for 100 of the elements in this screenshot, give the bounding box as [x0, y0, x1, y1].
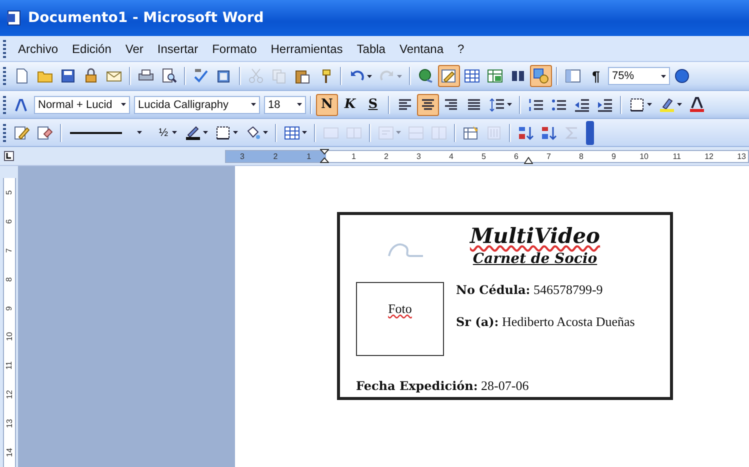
card-field: No Cédula: 546578799-9 — [456, 282, 654, 298]
caret-icon — [251, 103, 256, 106]
toolbar-grip[interactable] — [3, 67, 6, 85]
caret-icon — [137, 131, 142, 134]
scissors-icon — [248, 68, 264, 84]
italic-button[interactable]: K — [339, 94, 361, 116]
menu-item[interactable]: Ventana — [393, 40, 450, 58]
line-weight-field[interactable]: ½ — [147, 124, 181, 142]
caret-icon — [297, 103, 302, 106]
align-left-icon — [397, 96, 413, 112]
ruler-number: 1 — [326, 152, 358, 160]
columns-grid-icon — [431, 124, 447, 140]
caret-icon — [507, 103, 512, 106]
menu-item[interactable]: Herramientas — [264, 40, 349, 58]
menu-item[interactable]: Archivo — [12, 40, 64, 58]
outdent-icon — [574, 96, 590, 112]
table-format-icon — [463, 124, 479, 140]
word-document-icon — [6, 10, 22, 26]
align-center-icon — [420, 96, 436, 112]
ruler-number: 5 — [4, 190, 14, 195]
globe-icon — [418, 68, 434, 84]
ruler-number: 10 — [4, 332, 14, 342]
cell-align-icon — [378, 124, 394, 140]
card-title: MultiVideo — [470, 223, 600, 248]
menu-item[interactable]: ? — [452, 40, 470, 58]
bold-button[interactable]: N — [316, 94, 338, 116]
table-icon — [464, 68, 480, 84]
caret-icon — [203, 131, 208, 134]
save-icon — [60, 68, 76, 84]
toolbar-grip[interactable] — [3, 40, 6, 58]
shapes-icon — [533, 68, 549, 84]
caret-icon — [121, 103, 126, 106]
ruler-number: 11 — [4, 362, 14, 370]
toolbar-grip[interactable] — [3, 124, 6, 142]
caret-icon — [677, 103, 682, 106]
font-size-field[interactable]: 18 — [264, 96, 306, 114]
columns-icon — [510, 68, 526, 84]
document-icon — [14, 68, 30, 84]
spelling-icon — [193, 68, 209, 84]
merge-icon — [323, 124, 339, 140]
caret-icon — [367, 74, 372, 78]
lock-icon — [83, 68, 99, 84]
clipboard-icon — [294, 68, 310, 84]
line-spacing-icon — [489, 96, 505, 112]
toolbar-grip[interactable] — [3, 96, 6, 114]
bucket-icon — [245, 124, 261, 140]
table-icon — [284, 124, 300, 140]
ruler-number: 2 — [273, 152, 278, 160]
pencil-icon — [14, 124, 30, 140]
ruler-number: 1 — [306, 152, 312, 160]
window-title: Documento1 - Microsoft Word — [28, 10, 264, 26]
card-subtitle: Carnet de Socio — [472, 251, 598, 267]
style-field[interactable]: Normal + Lucid — [34, 96, 130, 114]
ruler-number: 9 — [4, 306, 14, 310]
font-field[interactable]: Lucida Calligraphy — [134, 96, 260, 114]
menu-item[interactable]: Edición — [66, 40, 118, 58]
pen-icon — [185, 124, 201, 140]
sort-ascending-icon — [518, 124, 534, 140]
table-pencil-button[interactable] — [438, 65, 460, 87]
menu-item[interactable]: Formato — [206, 40, 263, 58]
issue-date: Fecha Expedición: 28-07-06 — [356, 378, 530, 396]
eraser-icon — [37, 124, 53, 140]
ruler-number: 3 — [240, 152, 244, 160]
menu-item[interactable]: Ver — [119, 40, 150, 58]
sum-icon — [564, 124, 580, 140]
toolbar-options-button[interactable] — [586, 120, 594, 144]
right-indent-marker-icon[interactable] — [524, 156, 532, 164]
card-field: Sr (a): Hediberto Acosta Dueñas — [456, 314, 654, 330]
align-center-button[interactable] — [417, 94, 439, 116]
ruler-number: 14 — [4, 448, 14, 458]
table-pencil-icon — [441, 68, 457, 84]
bullets-icon — [551, 96, 567, 112]
zoom-field[interactable]: 75% — [608, 67, 670, 85]
spreadsheet-icon — [487, 68, 503, 84]
shapes-button[interactable] — [530, 65, 552, 87]
text-direction-icon — [486, 124, 502, 140]
menu-item[interactable]: Insertar — [151, 40, 204, 58]
indent-marker-icon[interactable] — [320, 148, 328, 164]
rows-icon — [408, 124, 424, 140]
tab-stop-icon[interactable] — [4, 151, 14, 161]
caret-icon — [397, 74, 402, 78]
ruler-number: 13 — [4, 419, 14, 428]
sort-descending-icon — [541, 124, 557, 140]
split-icon — [346, 124, 362, 140]
ruler-number: 6 — [4, 219, 14, 224]
photo-label: Foto — [388, 300, 412, 317]
ruler-number: 8 — [4, 276, 14, 282]
pilcrow-button[interactable]: ¶ — [585, 65, 607, 87]
caret-icon — [302, 131, 307, 134]
line-sample-icon — [70, 132, 122, 134]
caret-icon — [233, 131, 238, 134]
ruler-number: 12 — [4, 390, 14, 400]
menu-item[interactable]: Tabla — [350, 40, 392, 58]
font-color-icon — [689, 96, 705, 112]
document-map-icon — [565, 68, 581, 84]
align-right-icon — [443, 96, 459, 112]
highlighter-icon — [659, 96, 675, 112]
caret-icon — [263, 131, 268, 134]
underline-button[interactable]: S — [362, 94, 384, 116]
caret-icon — [647, 103, 652, 106]
